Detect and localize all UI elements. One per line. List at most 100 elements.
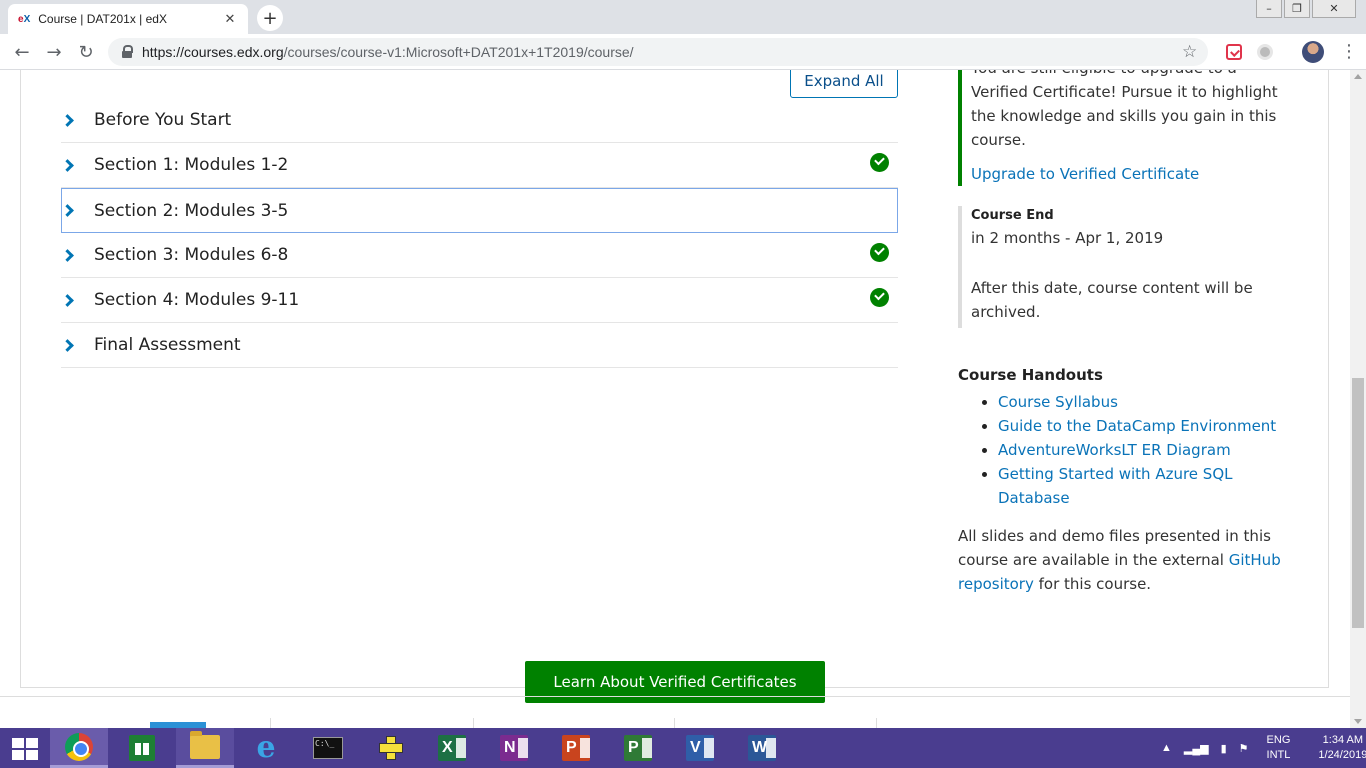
extension-circle-icon[interactable] — [1257, 44, 1273, 60]
system-clock[interactable]: 1:34 AM 1/24/2019 — [1318, 733, 1366, 763]
archive-note: After this date, course content will be … — [971, 279, 1253, 321]
scroll-up-icon[interactable] — [1354, 74, 1362, 79]
store-icon — [129, 735, 155, 761]
chrome-icon — [65, 732, 93, 761]
course-end-label: Course End — [971, 208, 1054, 223]
taskbar-command-prompt[interactable]: C:\_ — [299, 728, 357, 768]
lock-icon — [120, 45, 134, 59]
upgrade-link[interactable]: Upgrade to Verified Certificate — [971, 162, 1288, 186]
handout-link-datacamp[interactable]: Guide to the DataCamp Environment — [998, 417, 1276, 435]
section-title: Section 4: Modules 9-11 — [94, 290, 300, 310]
tab-strip: eX Course | DAT201x | edX ✕ + – ❐ ✕ — [0, 0, 1366, 34]
completed-check-icon — [870, 153, 889, 172]
new-tab-button[interactable]: + — [257, 5, 283, 31]
taskbar-onenote[interactable]: N — [485, 728, 543, 768]
taskbar-project[interactable]: P — [609, 728, 667, 768]
tab-title: Course | DAT201x | edX — [38, 12, 167, 26]
course-end-value: in 2 months - Apr 1, 2019 — [971, 229, 1164, 247]
chevron-right-icon — [61, 204, 74, 217]
outline-section-4[interactable]: Section 4: Modules 9-11 — [61, 278, 898, 323]
outline-section-final-assessment[interactable]: Final Assessment — [61, 323, 898, 368]
battery-icon[interactable]: ▮ — [1221, 742, 1227, 755]
footer-divider-stub — [270, 718, 271, 728]
handouts-note: All slides and demo files presented in t… — [958, 527, 1281, 593]
close-tab-icon[interactable]: ✕ — [222, 12, 238, 27]
url-text: https://courses.edx.org/courses/course-v… — [142, 44, 634, 60]
chevron-right-icon — [61, 158, 74, 172]
section-title: Section 3: Modules 6-8 — [94, 245, 289, 265]
section-title: Before You Start — [94, 110, 232, 130]
project-icon: P — [624, 735, 652, 761]
forward-arrow-icon[interactable]: → — [42, 40, 66, 64]
folder-icon — [190, 730, 220, 759]
completed-check-icon — [870, 243, 889, 262]
taskbar-internet-explorer[interactable]: e — [237, 728, 295, 768]
system-tray: ▲ ▂▄▆ ▮ ⚑ ENG INTL 1:34 AM 1/24/2019 — [1155, 728, 1366, 768]
footer-divider — [0, 696, 1350, 697]
handout-link-azure-sql[interactable]: Getting Started with Azure SQL Database — [998, 465, 1233, 507]
pocket-extension-icon[interactable] — [1226, 44, 1242, 60]
close-window-button[interactable]: ✕ — [1312, 0, 1356, 18]
plus-app-icon — [376, 734, 404, 762]
windows-start-icon[interactable] — [12, 738, 38, 760]
outline-section-3[interactable]: Section 3: Modules 6-8 — [61, 233, 898, 278]
list-item: Getting Started with Azure SQL Database — [982, 462, 1288, 510]
outline-section-before-you-start[interactable]: Before You Start — [61, 98, 898, 143]
handout-link-syllabus[interactable]: Course Syllabus — [998, 393, 1118, 411]
edx-favicon-icon: eX — [18, 13, 31, 25]
section-title: Final Assessment — [94, 335, 241, 355]
taskbar-word[interactable]: W — [733, 728, 791, 768]
taskbar-app-plus[interactable] — [361, 728, 419, 768]
taskbar-powerpoint[interactable]: P — [547, 728, 605, 768]
expand-all-button[interactable]: Expand All — [790, 70, 898, 98]
bookmark-star-icon[interactable]: ☆ — [1182, 42, 1197, 62]
taskbar-excel[interactable]: X — [423, 728, 481, 768]
flag-icon[interactable]: ⚑ — [1239, 742, 1249, 755]
footer-divider-stub — [674, 718, 675, 728]
handouts-list: Course Syllabus Guide to the DataCamp En… — [958, 390, 1288, 510]
list-item: AdventureWorksLT ER Diagram — [982, 438, 1288, 462]
word-icon: W — [748, 735, 776, 761]
chevron-right-icon — [61, 293, 74, 307]
taskbar-chrome[interactable] — [50, 728, 108, 768]
handouts-title: Course Handouts — [958, 366, 1103, 384]
reload-icon[interactable]: ↻ — [74, 40, 98, 64]
section-title: Section 1: Modules 1-2 — [94, 155, 289, 175]
course-outline: Before You Start Section 1: Modules 1-2 … — [61, 98, 898, 368]
visio-icon: V — [686, 735, 714, 761]
windows-taskbar: e C:\_ X N P P V W ▲ ▂▄▆ ▮ ⚑ ENG INTL 1:… — [0, 728, 1366, 768]
taskbar-visio[interactable]: V — [671, 728, 729, 768]
powerpoint-icon: P — [562, 735, 590, 761]
taskbar-file-explorer[interactable] — [176, 728, 234, 768]
chevron-up-icon[interactable]: ▲ — [1161, 742, 1172, 754]
page-scrollbar[interactable] — [1350, 70, 1366, 728]
taskbar-store[interactable] — [113, 728, 171, 768]
page-viewport: Expand All Before You Start Section 1: M… — [0, 70, 1350, 728]
profile-avatar[interactable] — [1302, 41, 1324, 63]
back-arrow-icon[interactable]: ← — [10, 40, 34, 64]
outline-section-2[interactable]: Section 2: Modules 3-5 — [61, 188, 898, 233]
list-item: Course Syllabus — [982, 390, 1288, 414]
chevron-right-icon — [61, 338, 74, 352]
browser-tab[interactable]: eX Course | DAT201x | edX ✕ — [8, 4, 248, 34]
list-item: Guide to the DataCamp Environment — [982, 414, 1288, 438]
handout-link-er-diagram[interactable]: AdventureWorksLT ER Diagram — [998, 441, 1231, 459]
chevron-right-icon — [61, 248, 74, 262]
upgrade-message: You are still eligible to upgrade to a V… — [958, 70, 1288, 186]
browser-menu-icon[interactable]: ⋮ — [1340, 40, 1358, 64]
scrollbar-thumb[interactable] — [1352, 378, 1364, 628]
excel-icon: X — [438, 735, 466, 761]
browser-toolbar: ← → ↻ https://courses.edx.org/courses/co… — [0, 34, 1366, 70]
chevron-right-icon — [61, 113, 74, 127]
minimize-button[interactable]: – — [1256, 0, 1282, 18]
address-bar[interactable]: https://courses.edx.org/courses/course-v… — [108, 38, 1208, 66]
input-language[interactable]: ENG INTL — [1267, 733, 1291, 763]
command-prompt-icon: C:\_ — [313, 737, 343, 759]
footer-divider-stub — [473, 718, 474, 728]
network-icon[interactable]: ▂▄▆ — [1184, 742, 1209, 755]
outline-section-1[interactable]: Section 1: Modules 1-2 — [61, 143, 898, 188]
section-title: Section 2: Modules 3-5 — [94, 200, 289, 221]
course-handouts: Course Handouts Course Syllabus Guide to… — [958, 366, 1288, 596]
scroll-down-icon[interactable] — [1354, 719, 1362, 724]
restore-button[interactable]: ❐ — [1284, 0, 1310, 18]
